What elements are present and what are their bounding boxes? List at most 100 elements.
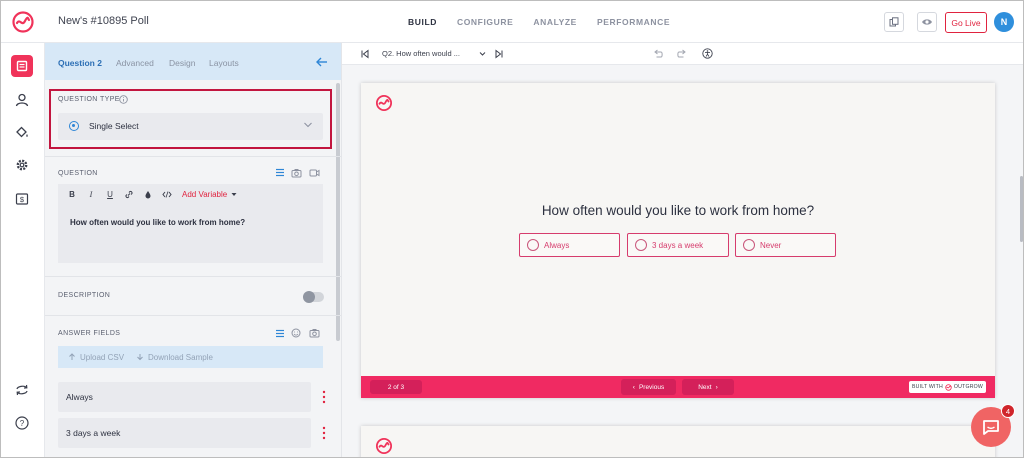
app-title[interactable]: New's #10895 Poll bbox=[58, 15, 149, 27]
caret-down-icon[interactable] bbox=[231, 192, 237, 197]
preview-button[interactable] bbox=[917, 12, 937, 32]
answer-fields-label: ANSWER FIELDS bbox=[58, 330, 121, 337]
rail-design-button[interactable] bbox=[11, 121, 33, 143]
tab-layouts[interactable]: Layouts bbox=[209, 58, 239, 68]
outgrow-logo-icon[interactable] bbox=[11, 10, 35, 34]
video-icon[interactable] bbox=[309, 168, 320, 178]
question-text[interactable]: How often would you like to work from ho… bbox=[70, 218, 245, 227]
back-arrow-icon[interactable] bbox=[315, 56, 329, 68]
chevron-down-icon bbox=[304, 122, 312, 128]
preview-scrollbar[interactable] bbox=[1020, 176, 1023, 242]
option-label: Never bbox=[760, 241, 782, 250]
editor-toolbar: B I U Add Variable bbox=[58, 184, 323, 204]
brand-label: OUTGROW bbox=[953, 384, 983, 390]
chat-notification-badge: 4 bbox=[1001, 404, 1015, 418]
nav-performance[interactable]: PERFORMANCE bbox=[597, 17, 670, 27]
radio-circle-icon bbox=[743, 239, 755, 251]
accessibility-icon[interactable] bbox=[702, 48, 713, 59]
preview-card: How often would you like to work from ho… bbox=[361, 83, 995, 398]
description-label: DESCRIPTION bbox=[58, 292, 111, 299]
nav-analyze[interactable]: ANALYZE bbox=[533, 17, 577, 27]
first-question-icon[interactable] bbox=[360, 49, 370, 59]
csv-actions-bar: Upload CSV Download Sample bbox=[58, 346, 323, 368]
info-icon[interactable] bbox=[119, 95, 128, 104]
rail-help-button[interactable]: ? bbox=[11, 412, 33, 434]
chat-icon bbox=[983, 420, 999, 435]
bold-button[interactable]: B bbox=[67, 190, 77, 199]
chevron-right-icon: › bbox=[715, 383, 718, 391]
tab-design[interactable]: Design bbox=[169, 58, 195, 68]
panel-tabs: Question 2 Advanced Design Layouts bbox=[45, 43, 341, 80]
list-icon[interactable] bbox=[275, 329, 285, 338]
outgrow-logo-icon bbox=[945, 383, 952, 391]
user-avatar[interactable]: N bbox=[994, 12, 1014, 32]
answer-field-row[interactable]: 3 days a week bbox=[58, 418, 311, 448]
go-live-button[interactable]: Go Live bbox=[945, 12, 987, 33]
kebab-menu-icon[interactable] bbox=[322, 390, 326, 404]
question-type-select[interactable]: Single Select bbox=[58, 113, 323, 140]
tab-question[interactable]: Question 2 bbox=[58, 58, 102, 68]
previous-button[interactable]: ‹ Previous bbox=[621, 379, 676, 395]
next-preview-card bbox=[361, 426, 995, 457]
color-drop-icon[interactable] bbox=[143, 190, 153, 199]
emoji-icon[interactable] bbox=[291, 328, 301, 338]
code-icon[interactable] bbox=[162, 190, 172, 199]
list-icon[interactable] bbox=[275, 168, 285, 177]
divider bbox=[45, 276, 341, 277]
pages-icon bbox=[16, 60, 28, 72]
rail-settings-button[interactable] bbox=[11, 154, 33, 176]
copy-icon bbox=[889, 17, 899, 27]
italic-button[interactable]: I bbox=[86, 190, 96, 199]
outgrow-logo-icon bbox=[375, 437, 393, 455]
user-icon bbox=[15, 93, 29, 107]
answer-field-text[interactable]: 3 days a week bbox=[66, 428, 120, 438]
add-variable-button[interactable]: Add Variable bbox=[182, 190, 227, 199]
answer-field-row[interactable]: Always bbox=[58, 382, 311, 412]
link-icon[interactable] bbox=[124, 190, 134, 199]
upload-icon bbox=[69, 353, 75, 360]
question-selector[interactable]: Q2. How often would ... bbox=[382, 49, 460, 58]
rail-payments-button[interactable]: $ bbox=[11, 188, 33, 210]
answer-field-text[interactable]: Always bbox=[66, 392, 93, 402]
left-icon-rail: $ ? bbox=[1, 43, 45, 457]
description-toggle[interactable] bbox=[303, 291, 324, 303]
upload-csv-button[interactable]: Upload CSV bbox=[80, 353, 124, 362]
camera-icon[interactable] bbox=[291, 168, 302, 178]
divider bbox=[45, 315, 341, 316]
chevron-down-icon[interactable] bbox=[479, 51, 486, 57]
rail-sync-button[interactable] bbox=[11, 379, 33, 401]
question-rich-text-editor[interactable]: B I U Add Variable How often would you l… bbox=[58, 184, 323, 263]
app-window: New's #10895 Poll BUILD CONFIGURE ANALYZ… bbox=[0, 0, 1024, 458]
nav-configure[interactable]: CONFIGURE bbox=[457, 17, 513, 27]
paint-bucket-icon bbox=[16, 126, 28, 138]
chevron-left-icon: ‹ bbox=[632, 383, 635, 391]
redo-icon[interactable] bbox=[677, 49, 687, 59]
panel-scrollbar[interactable] bbox=[336, 83, 340, 341]
next-button[interactable]: Next › bbox=[682, 379, 734, 395]
built-with-badge[interactable]: BUILT WITH OUTGROW bbox=[909, 381, 986, 393]
download-sample-button[interactable]: Download Sample bbox=[148, 353, 213, 362]
preview-footer: 2 of 3 ‹ Previous Next › BUILT WITH OUTG… bbox=[361, 376, 995, 398]
next-label: Next bbox=[698, 383, 712, 391]
last-question-icon[interactable] bbox=[494, 49, 504, 59]
preview-toolbar: Q2. How often would ... bbox=[342, 43, 1023, 65]
page-indicator: 2 of 3 bbox=[370, 380, 422, 394]
option-3-days[interactable]: 3 days a week bbox=[627, 233, 729, 257]
radio-circle-icon bbox=[527, 239, 539, 251]
undo-icon[interactable] bbox=[653, 49, 663, 59]
option-always[interactable]: Always bbox=[519, 233, 620, 257]
download-icon bbox=[137, 354, 143, 361]
rail-build-button[interactable] bbox=[11, 55, 33, 77]
question-label: QUESTION bbox=[58, 170, 98, 177]
nav-build[interactable]: BUILD bbox=[408, 17, 437, 27]
kebab-menu-icon[interactable] bbox=[322, 426, 326, 440]
underline-button[interactable]: U bbox=[105, 190, 115, 199]
divider bbox=[45, 156, 341, 157]
camera-icon[interactable] bbox=[309, 328, 320, 338]
duplicate-button[interactable] bbox=[884, 12, 904, 32]
option-never[interactable]: Never bbox=[735, 233, 836, 257]
previous-label: Previous bbox=[638, 383, 665, 391]
tab-advanced[interactable]: Advanced bbox=[116, 58, 154, 68]
svg-text:$: $ bbox=[20, 195, 25, 204]
rail-leads-button[interactable] bbox=[11, 89, 33, 111]
